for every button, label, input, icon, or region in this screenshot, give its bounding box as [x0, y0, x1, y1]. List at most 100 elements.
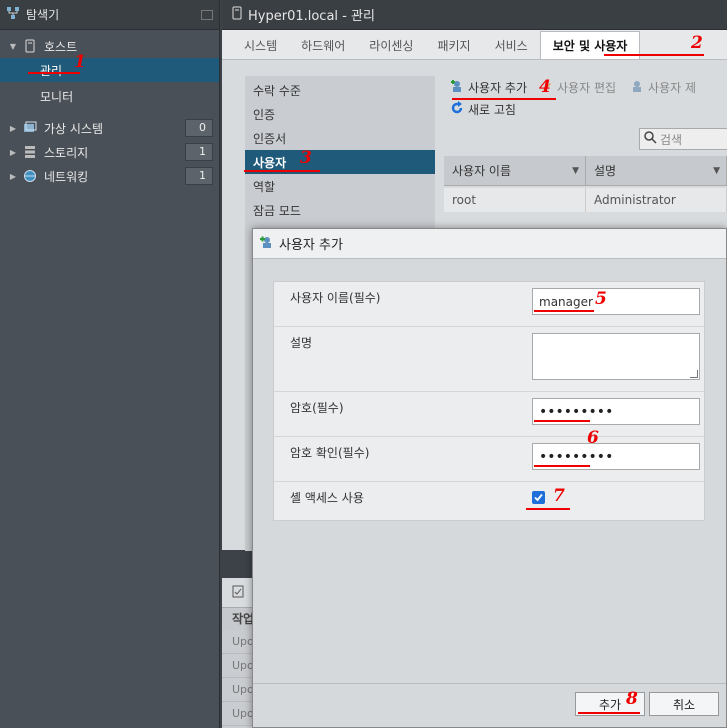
- annotation-underline: [534, 420, 590, 422]
- nav-group-networking-label: 네트워킹: [44, 169, 89, 184]
- add-user-icon: [259, 235, 273, 253]
- nav-item-monitor[interactable]: 모니터: [0, 84, 219, 108]
- refresh-label: 새로 고침: [468, 102, 516, 117]
- security-menu-certs[interactable]: 인증서: [245, 126, 435, 150]
- cell-username: root: [444, 188, 586, 212]
- column-username[interactable]: 사용자 이름 ▼: [444, 156, 586, 185]
- nav-group-vms[interactable]: ▶ 가상 시스템 0: [0, 116, 219, 140]
- confirm-password-row: 암호 확인(필수) •••••••••: [274, 437, 704, 482]
- tasks-icon: [232, 584, 244, 601]
- tab-packages[interactable]: 패키지: [425, 31, 482, 59]
- navigator-icon: [6, 6, 20, 23]
- annotation-underline: [534, 310, 594, 312]
- add-user-button[interactable]: 사용자 추가: [450, 79, 527, 96]
- dialog-titlebar: 사용자 추가: [253, 229, 726, 259]
- shell-access-row: 셸 액세스 사용: [274, 482, 704, 520]
- nav-group-networking[interactable]: ▶ 네트워킹 1: [0, 164, 219, 188]
- shell-access-label: 셸 액세스 사용: [290, 491, 364, 505]
- security-menu-roles[interactable]: 역할: [245, 174, 435, 198]
- navigator-panel: 탐색기 ▼ 호스트 관리 모니터 ▶ 가상 시스템 0 ▶ 스토리지 1 ▶ 네…: [0, 0, 220, 728]
- vm-count-badge: 0: [185, 119, 213, 137]
- nav-host[interactable]: ▼ 호스트: [0, 34, 219, 58]
- nav-item-manage[interactable]: 관리: [0, 58, 219, 82]
- annotation-underline: [452, 98, 556, 100]
- annotation-underline: [526, 508, 570, 510]
- users-grid-header: 사용자 이름 ▼ 설명 ▼: [444, 156, 727, 186]
- annotation-1: 1: [74, 52, 86, 72]
- storage-count-badge: 1: [185, 143, 213, 161]
- tab-licensing[interactable]: 라이센싱: [357, 31, 425, 59]
- vm-icon: [22, 120, 38, 136]
- annotation-underline: [28, 72, 80, 74]
- nav-item-manage-label: 관리: [40, 63, 63, 78]
- annotation-4: 4: [539, 77, 551, 97]
- security-menu-auth[interactable]: 인증: [245, 102, 435, 126]
- security-menu-acceptance[interactable]: 수락 수준: [245, 78, 435, 102]
- main-title: Hyper01.local - 관리: [248, 9, 375, 24]
- password-label: 암호(필수): [290, 401, 344, 415]
- expand-down-icon[interactable]: ▼: [8, 42, 18, 51]
- annotation-6: 6: [587, 428, 599, 448]
- annotation-underline: [604, 54, 704, 56]
- refresh-button[interactable]: 새로 고침: [450, 100, 516, 118]
- security-menu-lockdown[interactable]: 잠금 모드: [245, 198, 435, 222]
- resize-grip-icon[interactable]: [690, 370, 698, 378]
- description-label: 설명: [290, 336, 313, 350]
- storage-icon: [22, 144, 38, 160]
- annotation-7: 7: [553, 486, 565, 506]
- annotation-3: 3: [300, 148, 312, 168]
- chevron-down-icon[interactable]: ▼: [713, 166, 720, 176]
- network-count-badge: 1: [185, 167, 213, 185]
- expand-right-icon[interactable]: ▶: [8, 172, 18, 181]
- edit-user-button[interactable]: 사용자 편집: [541, 79, 616, 96]
- nav-host-label: 호스트: [44, 39, 78, 54]
- remove-user-button[interactable]: 사용자 제: [630, 79, 696, 96]
- username-row: 사용자 이름(필수) manager: [274, 282, 704, 327]
- annotation-underline: [244, 170, 320, 172]
- host-icon: [22, 38, 38, 54]
- tab-system[interactable]: 시스템: [232, 31, 289, 59]
- password-row: 암호(필수) •••••••••: [274, 392, 704, 437]
- dialog-title: 사용자 추가: [279, 238, 343, 253]
- add-user-form: 사용자 이름(필수) manager 설명 암호(필수) ••••••••• 암…: [273, 281, 705, 521]
- host-icon: [232, 6, 242, 23]
- remove-user-icon: [630, 79, 644, 96]
- navigator-header: 탐색기: [0, 0, 219, 30]
- annotation-underline: [534, 465, 590, 467]
- cell-description: Administrator: [586, 188, 727, 212]
- nav-item-monitor-label: 모니터: [40, 89, 74, 104]
- add-user-dialog: 사용자 추가 사용자 이름(필수) manager 설명 암호(필수) ••••…: [252, 228, 727, 728]
- remove-user-label: 사용자 제: [648, 80, 697, 95]
- shell-access-checkbox[interactable]: [532, 491, 545, 504]
- refresh-icon: [450, 100, 464, 118]
- collapse-icon[interactable]: [201, 9, 213, 20]
- tab-hardware[interactable]: 하드웨어: [289, 31, 357, 59]
- description-row: 설명: [274, 327, 704, 392]
- main-header: Hyper01.local - 관리: [222, 0, 727, 30]
- search-placeholder: 검색: [660, 132, 683, 147]
- network-icon: [22, 168, 38, 184]
- dialog-footer: 추가 취소: [253, 683, 726, 727]
- nav-group-storage-label: 스토리지: [44, 145, 89, 160]
- tab-services[interactable]: 서비스: [483, 31, 540, 59]
- expand-right-icon[interactable]: ▶: [8, 124, 18, 133]
- username-label: 사용자 이름(필수): [290, 291, 381, 305]
- add-user-icon: [450, 79, 464, 96]
- nav-group-storage[interactable]: ▶ 스토리지 1: [0, 140, 219, 164]
- navigator-title: 탐색기: [26, 8, 60, 22]
- annotation-8: 8: [626, 689, 638, 709]
- confirm-password-label: 암호 확인(필수): [290, 446, 370, 460]
- column-description[interactable]: 설명 ▼: [586, 156, 727, 185]
- expand-right-icon[interactable]: ▶: [8, 148, 18, 157]
- chevron-down-icon[interactable]: ▼: [572, 166, 579, 176]
- annotation-underline: [578, 712, 640, 714]
- users-toolbar: 사용자 추가 사용자 편집 사용자 제: [444, 76, 727, 98]
- add-user-label: 사용자 추가: [468, 80, 528, 95]
- search-input[interactable]: 검색: [639, 128, 727, 150]
- edit-user-label: 사용자 편집: [557, 80, 617, 95]
- cancel-button[interactable]: 취소: [649, 692, 719, 716]
- nav-group-vms-label: 가상 시스템: [44, 121, 104, 136]
- table-row[interactable]: root Administrator: [444, 188, 727, 212]
- column-description-label: 설명: [594, 164, 617, 178]
- description-textarea[interactable]: [532, 333, 700, 380]
